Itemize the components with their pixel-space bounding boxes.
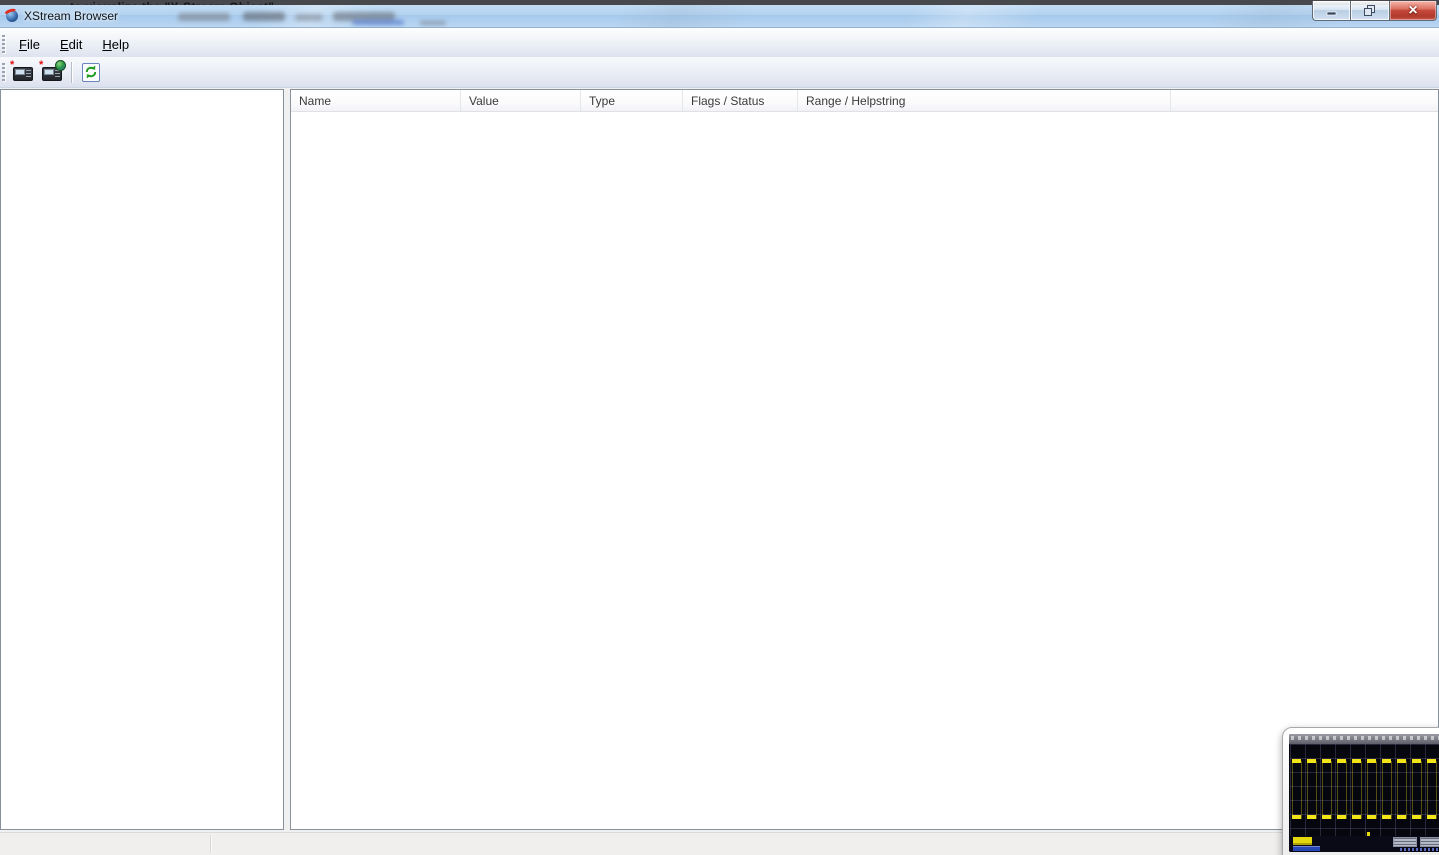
property-list-body[interactable] — [291, 112, 1438, 829]
column-header-type[interactable]: Type — [581, 90, 683, 111]
connect-instrument-icon: * — [10, 59, 34, 81]
restore-button[interactable] — [1350, 1, 1390, 21]
desktop: to visualize the "X-Stream Object" XStre… — [0, 0, 1439, 855]
column-header-row: Name Value Type Flags / Status Range / H… — [291, 90, 1438, 112]
oscilloscope-waveform-high — [1292, 758, 1439, 763]
channel-sub-badge — [1293, 846, 1320, 851]
scope-status-text-line — [1400, 848, 1439, 851]
column-header-name[interactable]: Name — [291, 90, 461, 111]
toolbar: * * — [0, 57, 1439, 88]
title-bar[interactable]: XStream Browser — [0, 5, 1439, 28]
connect-network-instrument-icon: * — [39, 59, 66, 81]
trigger-info-chip — [1420, 837, 1439, 847]
status-bar-divider — [210, 835, 211, 853]
minimize-button[interactable] — [1312, 1, 1350, 21]
window-title: XStream Browser — [24, 9, 119, 23]
refresh-button[interactable] — [77, 60, 104, 85]
scope-screen — [1289, 734, 1439, 852]
column-header-value[interactable]: Value — [461, 90, 581, 111]
connect-instrument-button[interactable]: * — [10, 59, 37, 85]
close-button[interactable]: × — [1390, 1, 1437, 21]
scope-menu-strip — [1289, 734, 1439, 744]
menu-help[interactable]: Help — [92, 33, 139, 56]
column-header-range-helpstring[interactable]: Range / Helpstring — [798, 90, 1171, 111]
device-tree-panel[interactable] — [0, 89, 284, 830]
property-list-panel: Name Value Type Flags / Status Range / H… — [290, 89, 1439, 830]
titlebar-ghost-text — [243, 12, 285, 21]
channel-badge — [1293, 837, 1312, 845]
menu-file[interactable]: File — [9, 33, 50, 56]
window-controls: × — [1312, 1, 1437, 21]
scope-preview-window[interactable] — [1282, 727, 1439, 855]
refresh-icon — [81, 62, 100, 82]
status-bar — [0, 832, 1439, 855]
menu-edit[interactable]: Edit — [50, 33, 92, 56]
timebase-info-chip — [1393, 837, 1417, 847]
menu-bar: File Edit Help — [0, 31, 1439, 57]
column-header-flags-status[interactable]: Flags / Status — [683, 90, 798, 111]
menubar-grip-handle[interactable] — [2, 35, 5, 53]
toolbar-grip-handle[interactable] — [2, 63, 5, 81]
app-icon[interactable] — [2, 7, 20, 23]
titlebar-ghost-text — [178, 13, 230, 21]
minimize-icon — [1326, 11, 1336, 15]
toolbar-separator — [71, 61, 72, 83]
oscilloscope-waveform-low — [1292, 814, 1439, 819]
oscilloscope-waveform-edges — [1292, 760, 1439, 819]
titlebar-ghost-text — [352, 20, 404, 25]
titlebar-ghost-text — [420, 21, 446, 25]
scope-info-strip — [1289, 836, 1439, 852]
titlebar-ghost-text — [295, 14, 323, 21]
close-icon: × — [1408, 1, 1418, 19]
connect-network-instrument-button[interactable]: * — [39, 59, 66, 85]
restore-icon — [1364, 5, 1375, 16]
scope-graticule — [1290, 744, 1439, 836]
column-header-filler — [1171, 90, 1438, 111]
